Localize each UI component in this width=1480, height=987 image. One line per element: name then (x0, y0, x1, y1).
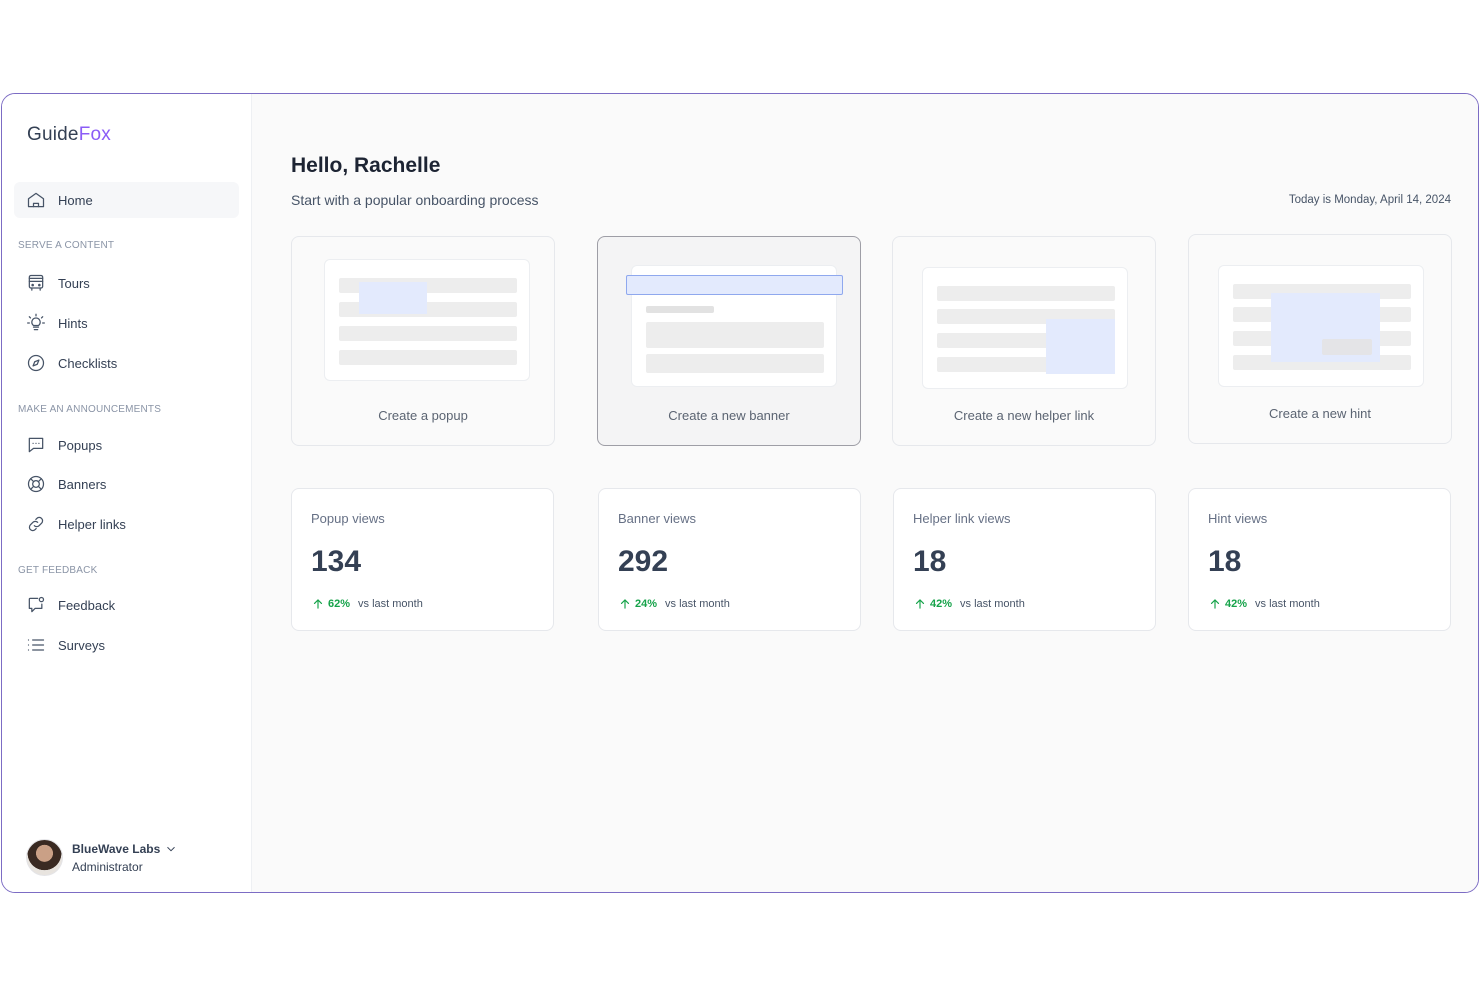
avatar (26, 839, 63, 876)
stat-trend: 62% vs last month (311, 597, 423, 611)
stat-title: Banner views (618, 511, 697, 526)
stat-title: Hint views (1208, 511, 1268, 526)
section-announcements: MAKE AN ANNOUNCEMENTS (18, 404, 162, 415)
create-helper-link-card[interactable]: Create a new helper link (892, 236, 1156, 446)
stat-compare: vs last month (960, 598, 1025, 610)
message-icon (26, 435, 46, 455)
user-profile[interactable]: BlueWave Labs Administrator (26, 839, 178, 876)
brand-name-part2: Fox (78, 124, 111, 145)
sidebar-item-home[interactable]: Home (14, 182, 239, 218)
stat-title: Popup views (311, 511, 385, 526)
sidebar-item-label: Checklists (58, 355, 118, 371)
compass-icon (26, 353, 46, 373)
stat-trend: 42% vs last month (913, 597, 1025, 611)
list-icon (26, 635, 46, 655)
create-card-label: Create a new helper link (953, 408, 1095, 423)
stat-compare: vs last month (665, 598, 730, 610)
arrow-up-icon (1210, 599, 1220, 609)
arrow-up-icon (915, 599, 925, 609)
banner-highlight (626, 275, 843, 295)
create-card-label: Create a new hint (1269, 406, 1371, 421)
sidebar-item-popups[interactable]: Popups (14, 427, 239, 463)
sidebar-item-label: Home (58, 192, 93, 208)
stat-value: 18 (1208, 545, 1242, 578)
brand-logo[interactable]: GuideFox (27, 124, 111, 146)
stat-title: Helper link views (913, 511, 1011, 526)
popup-illustration (324, 259, 530, 381)
sidebar-item-label: Tours (58, 275, 90, 291)
stat-change: 62% (328, 598, 351, 610)
sidebar-item-feedback[interactable]: Feedback (14, 587, 239, 623)
arrow-up-icon (313, 599, 323, 609)
stat-value: 292 (618, 545, 669, 578)
stat-card-helper-link-views: Helper link views 18 42% vs last month (893, 488, 1156, 631)
bus-icon (26, 273, 46, 293)
arrow-up-icon (620, 599, 630, 609)
stat-value: 134 (311, 545, 362, 578)
stat-trend: 42% vs last month (1208, 597, 1320, 611)
section-serve-content: SERVE A CONTENT (18, 240, 115, 251)
create-popup-card[interactable]: Create a popup (291, 236, 555, 446)
feedback-icon (26, 595, 46, 615)
org-switcher[interactable]: BlueWave Labs (72, 842, 178, 856)
stat-change: 42% (1225, 598, 1248, 610)
sidebar-item-label: Surveys (58, 637, 105, 653)
stat-value: 18 (913, 545, 947, 578)
app-window: GuideFox Home SERVE A CONTENT Tours Hint… (1, 93, 1479, 893)
page-subtitle: Start with a popular onboarding process (291, 192, 539, 208)
main-content: Hello, Rachelle Start with a popular onb… (252, 94, 1478, 892)
lightbulb-icon (26, 313, 46, 333)
stat-change: 24% (635, 598, 658, 610)
sidebar-item-surveys[interactable]: Surveys (14, 627, 239, 663)
home-icon (26, 190, 46, 210)
org-name: BlueWave Labs (72, 841, 161, 856)
stat-compare: vs last month (358, 598, 423, 610)
user-role: Administrator (72, 859, 143, 874)
today-date: Today is Monday, April 14, 2024 (1288, 194, 1451, 206)
section-get-feedback: GET FEEDBACK (18, 565, 98, 576)
page-title: Hello, Rachelle (291, 154, 441, 177)
sidebar: GuideFox Home SERVE A CONTENT Tours Hint… (2, 94, 252, 892)
sidebar-item-label: Popups (58, 437, 103, 453)
sidebar-item-label: Helper links (58, 516, 126, 532)
chevron-down-icon (167, 846, 176, 851)
create-hint-card[interactable]: Create a new hint (1188, 234, 1452, 444)
sidebar-item-banners[interactable]: Banners (14, 466, 239, 502)
sidebar-item-checklists[interactable]: Checklists (14, 345, 239, 381)
brand-name-part1: Guide (27, 124, 79, 145)
hint-illustration (1218, 265, 1424, 387)
stat-card-hint-views: Hint views 18 42% vs last month (1188, 488, 1451, 631)
stat-card-banner-views: Banner views 292 24% vs last month (598, 488, 861, 631)
create-card-label: Create a popup (378, 408, 468, 423)
link-icon (26, 514, 46, 534)
stat-change: 42% (930, 598, 953, 610)
create-card-label: Create a new banner (668, 408, 790, 423)
create-banner-card[interactable]: Create a new banner (597, 236, 861, 446)
helper-link-illustration (922, 267, 1128, 389)
lifebuoy-icon (26, 474, 46, 494)
sidebar-item-label: Banners (58, 476, 107, 492)
sidebar-item-tours[interactable]: Tours (14, 265, 239, 301)
sidebar-item-label: Feedback (58, 597, 116, 613)
sidebar-item-hints[interactable]: Hints (14, 305, 239, 341)
sidebar-item-helper-links[interactable]: Helper links (14, 506, 239, 542)
stat-trend: 24% vs last month (618, 597, 730, 611)
stat-compare: vs last month (1255, 598, 1320, 610)
sidebar-item-label: Hints (58, 315, 88, 331)
stat-card-popup-views: Popup views 134 62% vs last month (291, 488, 554, 631)
